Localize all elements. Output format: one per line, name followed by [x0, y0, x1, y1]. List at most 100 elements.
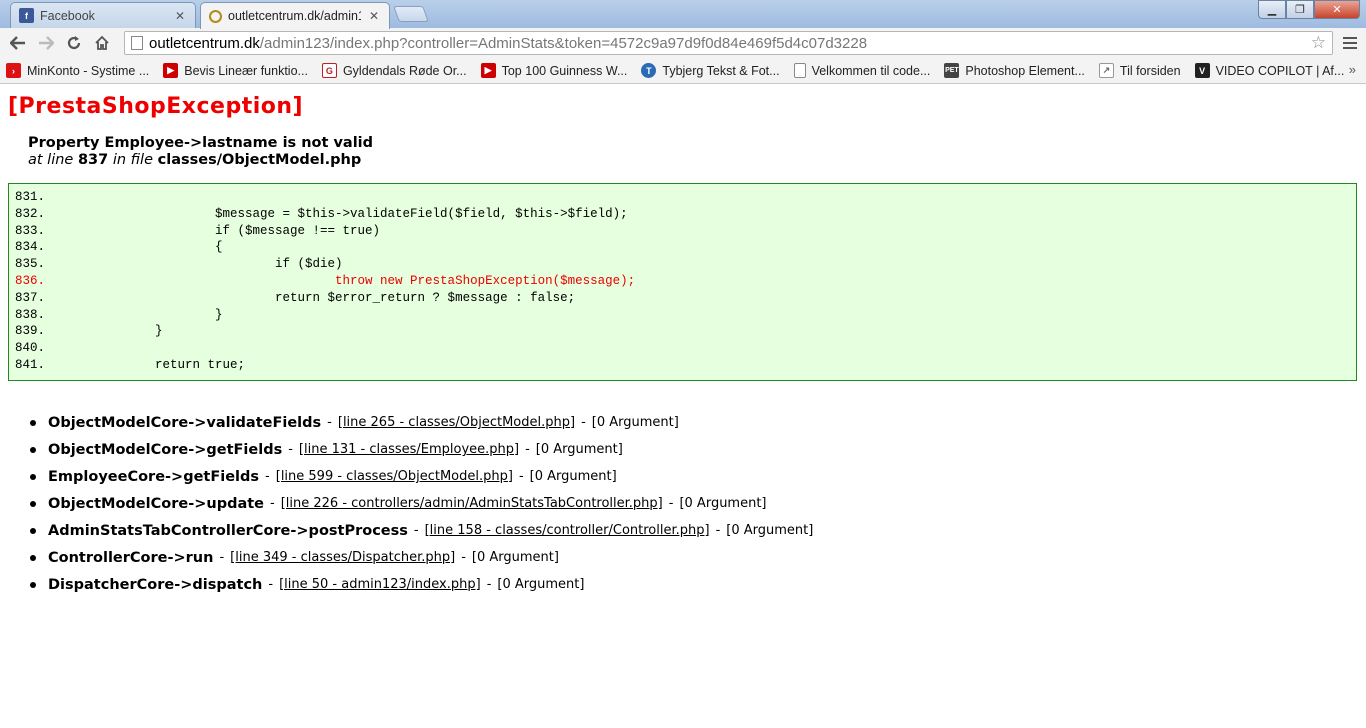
frame-args: [0 Argument] — [529, 469, 617, 484]
reload-icon — [67, 36, 81, 50]
tab-label: Facebook — [40, 8, 95, 23]
exception-file: classes/ObjectModel.php — [157, 152, 362, 168]
close-icon[interactable]: ✕ — [367, 9, 381, 23]
frame-file-link[interactable]: [line 131 - classes/Employee.php] — [299, 442, 519, 457]
separator: - — [581, 415, 586, 430]
bookmark-label: MinKonto - Systime ... — [27, 63, 150, 78]
stack-frame: AdminStatsTabControllerCore->postProcess… — [30, 517, 813, 544]
minimize-button[interactable]: ▁ — [1258, 0, 1286, 19]
separator: - — [270, 496, 275, 511]
home-button[interactable] — [88, 30, 116, 56]
window-close-button[interactable]: ✕ — [1314, 0, 1360, 19]
bullet-icon — [30, 500, 36, 507]
separator: - — [327, 415, 332, 430]
line-number: 835. — [15, 257, 46, 272]
bookmark-item[interactable]: T Tybjerg Tekst & Fot... — [641, 63, 780, 78]
bookmark-label: Top 100 Guinness W... — [501, 63, 628, 78]
frame-function: DispatcherCore->dispatch — [48, 576, 263, 593]
exception-message: Property Employee->lastname is not valid — [28, 135, 374, 151]
url-path: /admin123/index.php?controller=AdminStat… — [259, 34, 868, 52]
frame-args: [0 Argument] — [679, 496, 767, 511]
bullet-icon — [30, 554, 36, 561]
bookmark-star-icon[interactable]: ☆ — [1311, 33, 1326, 53]
bookmark-item[interactable]: ↗ Til forsiden — [1098, 63, 1181, 78]
facebook-icon: f — [19, 8, 34, 23]
page-icon — [131, 36, 143, 50]
systime-icon: › — [6, 63, 21, 78]
code-line: 833. if ($message !== true) — [15, 223, 1350, 240]
bookmark-label: Til forsiden — [1119, 63, 1181, 78]
frame-function: ObjectModelCore->update — [48, 495, 264, 512]
frame-function: EmployeeCore->getFields — [48, 468, 260, 485]
bookmark-label: Velkommen til code... — [811, 63, 931, 78]
code-text: throw new PrestaShopException($message); — [65, 273, 636, 288]
code-line: 836. throw new PrestaShopException($mess… — [15, 273, 1350, 290]
gyldendal-icon: G — [321, 63, 337, 78]
line-number: 833. — [15, 223, 46, 238]
prestashop-icon — [209, 9, 222, 23]
code-line: 834. { — [15, 239, 1350, 256]
bookmark-item[interactable]: G Gyldendals Røde Or... — [321, 63, 467, 78]
line-number: 832. — [15, 206, 46, 221]
bookmark-item[interactable]: PET Photoshop Element... — [944, 63, 1085, 78]
youtube-icon: ▶ — [163, 63, 179, 78]
separator: - — [668, 496, 674, 511]
code-line: 835. if ($die) — [15, 256, 1350, 273]
frame-file-link[interactable]: [line 158 - classes/controller/Controlle… — [425, 523, 710, 538]
line-number: 841. — [15, 357, 46, 372]
arrow-left-icon — [10, 36, 25, 50]
window-controls: ▁ ❐ ✕ — [1258, 0, 1360, 19]
bullet-icon — [30, 419, 36, 426]
new-tab-button[interactable] — [393, 6, 429, 22]
bookmark-item[interactable]: ▶ Top 100 Guinness W... — [480, 63, 628, 78]
bullet-icon — [30, 527, 36, 534]
chrome-menu-button[interactable] — [1340, 33, 1360, 53]
tab-outletcentrum[interactable]: outletcentrum.dk/admin1 ✕ — [200, 2, 390, 29]
frame-args: [0 Argument] — [471, 550, 559, 565]
reload-button[interactable] — [60, 30, 88, 56]
frame-file-link[interactable]: [line 226 - controllers/admin/AdminStats… — [281, 496, 663, 511]
address-bar[interactable]: outletcentrum.dk/admin123/index.php?cont… — [124, 31, 1333, 55]
bookmarks-overflow-button[interactable]: » — [1349, 62, 1356, 77]
videocopilot-icon: V — [1194, 63, 1210, 78]
frame-file-link[interactable]: [line 265 - classes/ObjectModel.php] — [338, 415, 575, 430]
code-line: 841. return true; — [15, 357, 1350, 374]
separator: - — [715, 523, 721, 538]
bookmark-label: Gyldendals Røde Or... — [342, 63, 467, 78]
code-text: if ($message !== true) — [65, 223, 381, 238]
tybjerg-icon: T — [641, 63, 657, 78]
close-icon[interactable]: ✕ — [173, 9, 187, 23]
bookmark-item[interactable]: › MinKonto - Systime ... — [6, 63, 149, 78]
separator: - — [518, 469, 524, 484]
separator: - — [525, 442, 530, 457]
frame-file-link[interactable]: [line 349 - classes/Dispatcher.php] — [230, 550, 455, 565]
frame-file-link[interactable]: [line 50 - admin123/index.php] — [279, 577, 481, 592]
separator: - — [265, 469, 270, 484]
tab-facebook[interactable]: f Facebook ✕ — [10, 2, 196, 28]
separator: - — [288, 442, 293, 457]
maximize-button[interactable]: ❐ — [1286, 0, 1314, 19]
stack-frame: ControllerCore->run - [line 349 - classes/… — [30, 544, 813, 571]
forward-button[interactable] — [32, 30, 60, 56]
back-button[interactable] — [4, 30, 32, 56]
code-text: } — [65, 324, 163, 339]
frame-function: ObjectModelCore->getFields — [48, 441, 283, 458]
stack-frame: ObjectModelCore->getFields - [line 131 - c… — [30, 436, 813, 463]
in-file-label: in file — [112, 152, 154, 168]
frame-file-link[interactable]: [line 599 - classes/ObjectModel.php] — [276, 469, 513, 484]
bookmark-item[interactable]: V VIDEO COPILOT | Af... — [1194, 63, 1344, 78]
bookmark-item[interactable]: Velkommen til code... — [793, 63, 931, 78]
til-forsiden-icon: ↗ — [1098, 63, 1114, 78]
stack-frame: EmployeeCore->getFields - [line 599 - clas… — [30, 463, 813, 490]
code-text: return true; — [65, 357, 246, 372]
code-line: 839. } — [15, 323, 1350, 340]
separator: - — [413, 523, 419, 538]
line-number: 839. — [15, 324, 46, 339]
line-number: 840. — [15, 341, 46, 356]
exception-location: at line 837 in file classes/ObjectModel.… — [28, 152, 361, 168]
bullet-icon — [30, 581, 36, 588]
arrow-right-icon — [39, 36, 54, 50]
bookmark-item[interactable]: ▶ Bevis Lineær funktio... — [163, 63, 308, 78]
code-line: 832. $message = $this->validateField($fi… — [15, 206, 1350, 223]
frame-function: AdminStatsTabControllerCore->postProcess — [48, 522, 408, 539]
